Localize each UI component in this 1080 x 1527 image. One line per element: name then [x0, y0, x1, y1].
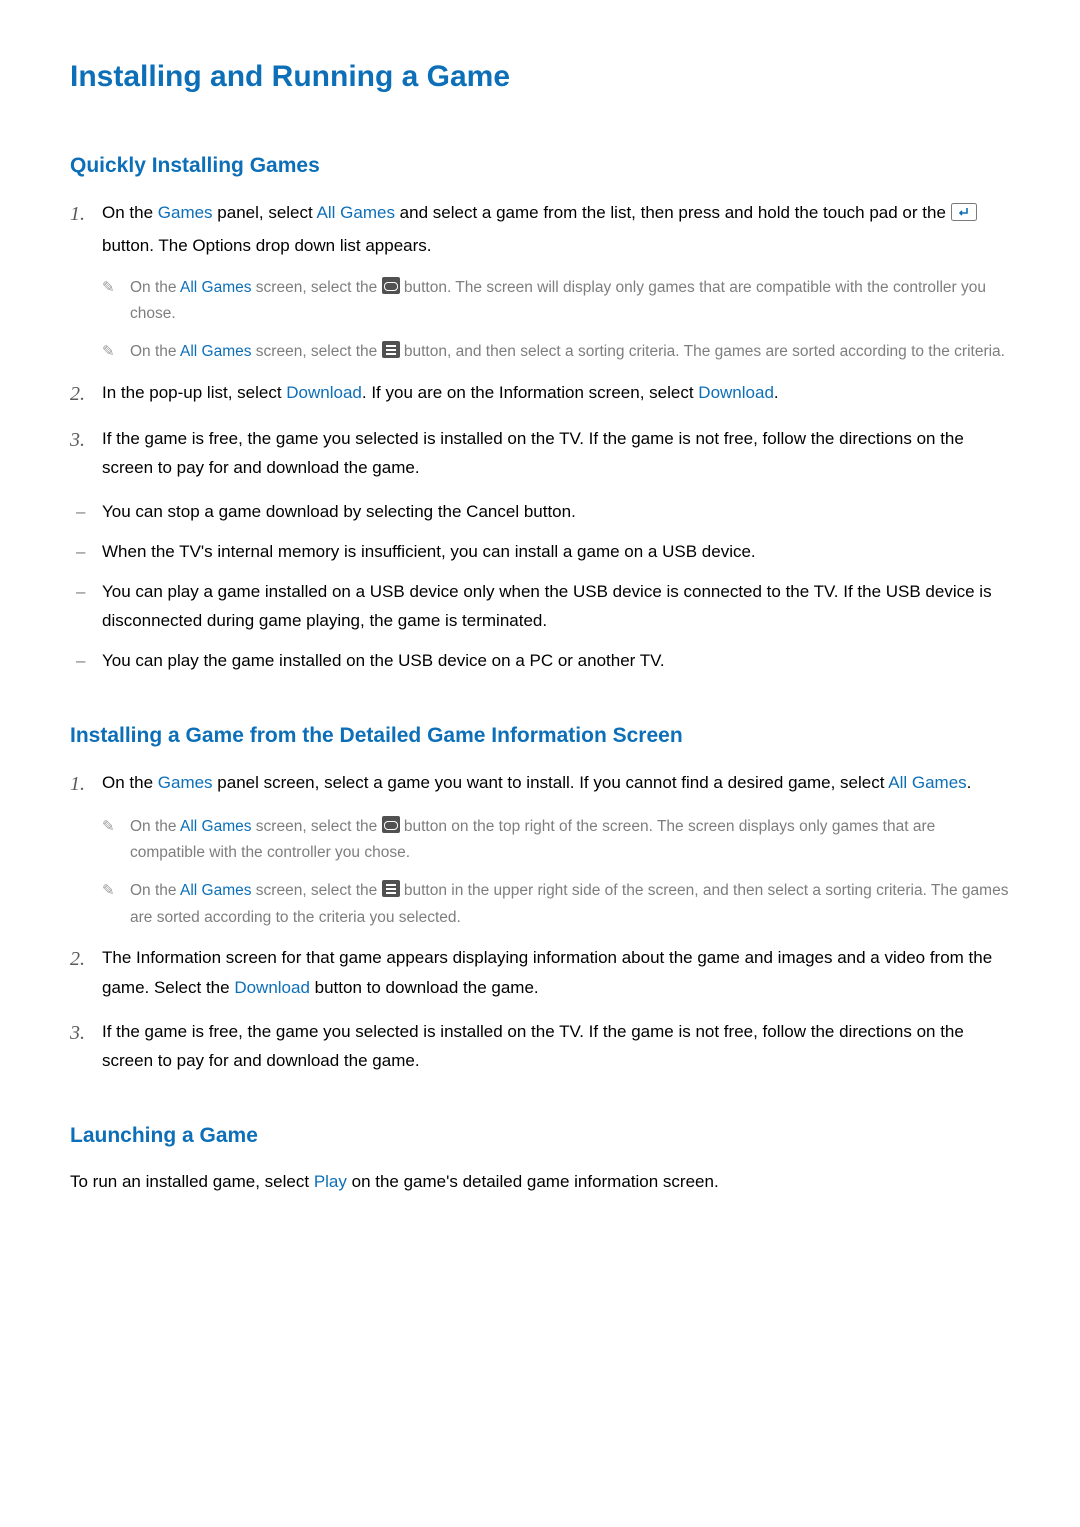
highlight-games: Games — [158, 773, 213, 792]
text: On the — [130, 818, 180, 835]
bullet-item: – When the TV's internal memory is insuf… — [70, 537, 1010, 567]
dash-icon: – — [70, 577, 102, 607]
step-number: 1. — [70, 768, 102, 800]
highlight-download: Download — [698, 383, 774, 402]
text: . If you are on the Information screen, … — [362, 383, 698, 402]
page-title: Installing and Running a Game — [70, 60, 1010, 94]
pencil-icon: ✎ — [102, 878, 130, 904]
step-number: 2. — [70, 943, 102, 975]
step-text: If the game is free, the game you select… — [102, 1017, 1010, 1077]
text: panel screen, select a game you want to … — [213, 773, 889, 792]
text: button. The Options drop down list appea… — [102, 236, 432, 255]
text: On the — [102, 203, 158, 222]
bullet-text: When the TV's internal memory is insuffi… — [102, 537, 1010, 567]
step-1: 1. On the Games panel, select All Games … — [70, 198, 1010, 261]
highlight-all-games: All Games — [180, 818, 252, 835]
step-number: 2. — [70, 378, 102, 410]
list-icon — [382, 341, 400, 358]
text: . — [967, 773, 972, 792]
note-text: On the All Games screen, select the butt… — [130, 339, 1010, 365]
highlight-all-games: All Games — [180, 882, 252, 899]
bullet-text: You can stop a game download by selectin… — [102, 497, 1010, 527]
text: On the — [130, 882, 180, 899]
section-detailed-install: Installing a Game from the Detailed Game… — [70, 724, 1010, 1076]
step-3: 3. If the game is free, the game you sel… — [70, 1017, 1010, 1077]
note-1a: ✎ On the All Games screen, select the bu… — [102, 275, 1010, 328]
step-number: 1. — [70, 198, 102, 230]
text: panel, select — [213, 203, 317, 222]
step-number: 3. — [70, 424, 102, 456]
step-2: 2. The Information screen for that game … — [70, 943, 1010, 1003]
text: on the game's detailed game information … — [347, 1172, 719, 1191]
controller-icon — [382, 816, 400, 833]
text: On the — [130, 279, 180, 296]
highlight-download: Download — [234, 978, 310, 997]
highlight-download: Download — [286, 383, 362, 402]
highlight-all-games: All Games — [180, 343, 252, 360]
highlight-all-games: All Games — [317, 203, 395, 222]
dash-icon: – — [70, 537, 102, 567]
text: To run an installed game, select — [70, 1172, 314, 1191]
note-1b: ✎ On the All Games screen, select the bu… — [102, 339, 1010, 365]
step-text: On the Games panel, select All Games and… — [102, 198, 1010, 261]
controller-icon — [382, 277, 400, 294]
bullet-item: – You can stop a game download by select… — [70, 497, 1010, 527]
bullet-text: You can play the game installed on the U… — [102, 646, 1010, 676]
step-text: If the game is free, the game you select… — [102, 424, 1010, 484]
step-3: 3. If the game is free, the game you sel… — [70, 424, 1010, 484]
text: and select a game from the list, then pr… — [395, 203, 951, 222]
text: On the — [130, 343, 180, 360]
text: screen, select the — [251, 279, 381, 296]
note-text: On the All Games screen, select the butt… — [130, 878, 1010, 931]
highlight-play: Play — [314, 1172, 347, 1191]
section-heading: Launching a Game — [70, 1124, 1010, 1148]
bullet-item: – You can play a game installed on a USB… — [70, 577, 1010, 637]
pencil-icon: ✎ — [102, 814, 130, 840]
pencil-icon: ✎ — [102, 339, 130, 365]
paragraph: To run an installed game, select Play on… — [70, 1168, 1010, 1197]
pencil-icon: ✎ — [102, 275, 130, 301]
section-quick-install: Quickly Installing Games 1. On the Games… — [70, 154, 1010, 676]
bullet-text: You can play a game installed on a USB d… — [102, 577, 1010, 637]
highlight-all-games: All Games — [180, 279, 252, 296]
dash-icon: – — [70, 497, 102, 527]
bullet-item: – You can play the game installed on the… — [70, 646, 1010, 676]
step-text: In the pop-up list, select Download. If … — [102, 378, 1010, 408]
enter-icon — [951, 201, 977, 231]
step-1: 1. On the Games panel screen, select a g… — [70, 768, 1010, 800]
list-icon — [382, 880, 400, 897]
step-text: The Information screen for that game app… — [102, 943, 1010, 1003]
highlight-all-games: All Games — [888, 773, 966, 792]
note-text: On the All Games screen, select the butt… — [130, 814, 1010, 867]
text: In the pop-up list, select — [102, 383, 286, 402]
text: button to download the game. — [310, 978, 539, 997]
section-heading: Quickly Installing Games — [70, 154, 1010, 178]
step-2: 2. In the pop-up list, select Download. … — [70, 378, 1010, 410]
dash-icon: – — [70, 646, 102, 676]
step-text: On the Games panel screen, select a game… — [102, 768, 1010, 798]
note-2a: ✎ On the All Games screen, select the bu… — [102, 814, 1010, 867]
section-launching: Launching a Game To run an installed gam… — [70, 1124, 1010, 1197]
text: button, and then select a sorting criter… — [400, 343, 1005, 360]
section-heading: Installing a Game from the Detailed Game… — [70, 724, 1010, 748]
note-2b: ✎ On the All Games screen, select the bu… — [102, 878, 1010, 931]
note-text: On the All Games screen, select the butt… — [130, 275, 1010, 328]
text: screen, select the — [251, 882, 381, 899]
highlight-games: Games — [158, 203, 213, 222]
text: screen, select the — [251, 818, 381, 835]
step-number: 3. — [70, 1017, 102, 1049]
text: On the — [102, 773, 158, 792]
text: . — [774, 383, 779, 402]
text: screen, select the — [251, 343, 381, 360]
